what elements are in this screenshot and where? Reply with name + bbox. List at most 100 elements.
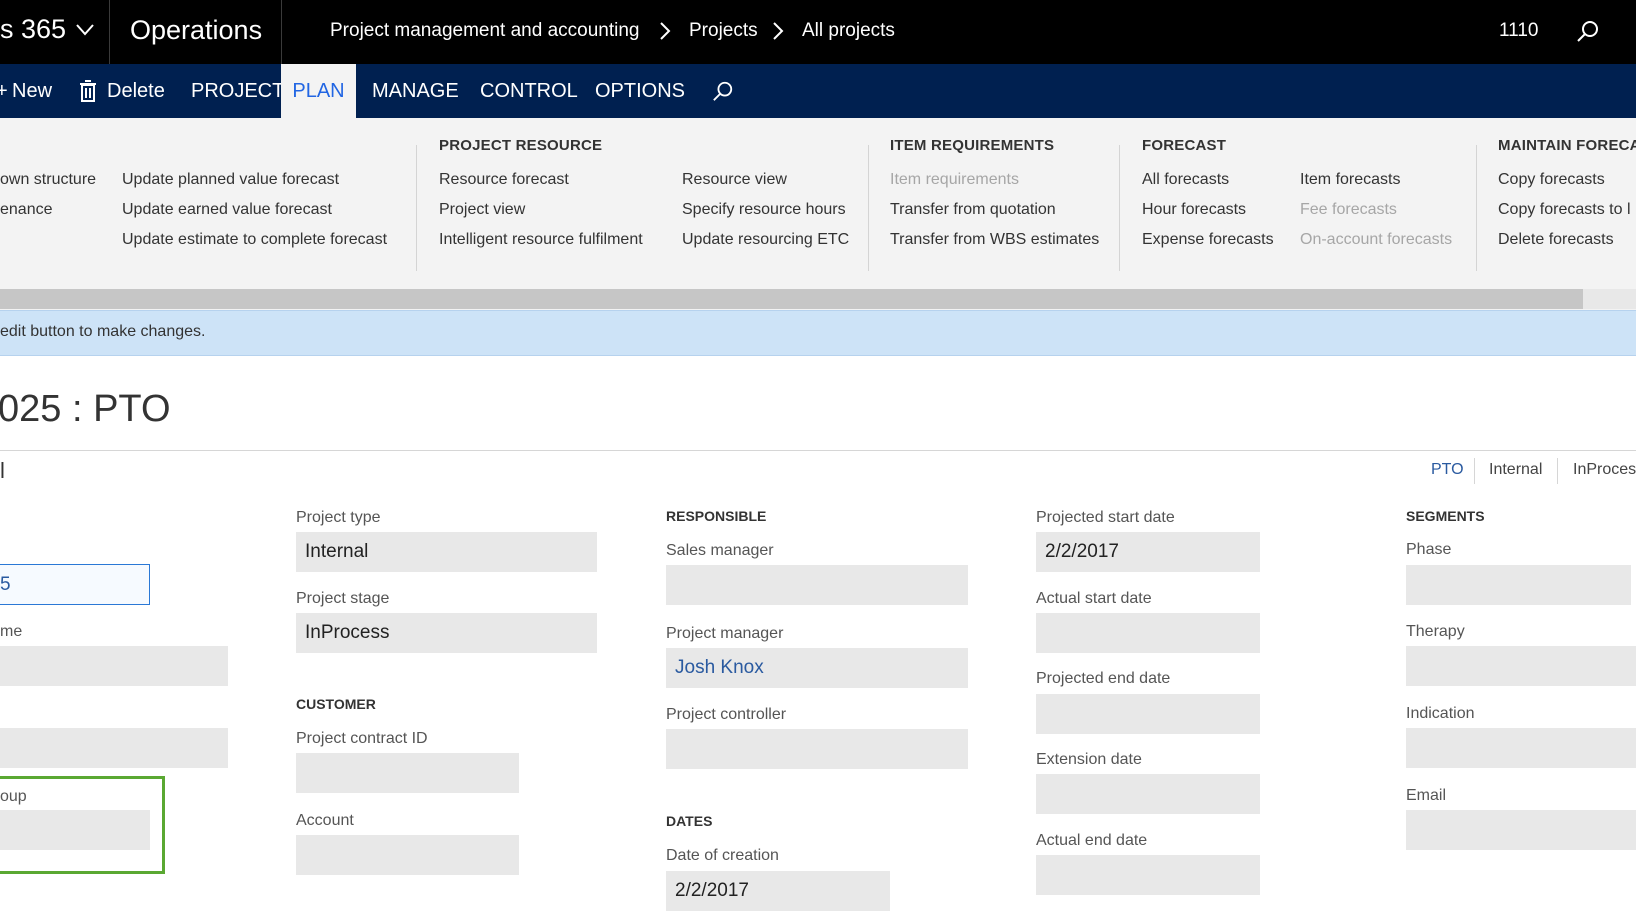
extension-date-label: Extension date: [1036, 751, 1142, 768]
app-name[interactable]: s 365: [0, 14, 66, 45]
ribbon-item-delete-forecasts[interactable]: Delete forecasts: [1498, 231, 1614, 249]
section-header-responsible: RESPONSIBLE: [666, 508, 767, 524]
header-pill-pto: PTO: [1431, 461, 1464, 478]
actual-end-date-label: Actual end date: [1036, 832, 1148, 849]
ribbon-item-resource-forecast[interactable]: Resource forecast: [439, 171, 569, 189]
project-stage-input[interactable]: InProcess: [296, 613, 597, 653]
ribbon-item-on-account-forecasts[interactable]: On-account forecasts: [1300, 231, 1452, 249]
ribbon-item-intelligent-fulfilment[interactable]: Intelligent resource fulfilment: [439, 231, 643, 249]
ribbon-item-update-planned-value[interactable]: Update planned value forecast: [122, 171, 339, 189]
breadcrumb-item-pma[interactable]: Project management and accounting: [330, 20, 639, 42]
ribbon-item-maintenance[interactable]: enance: [0, 201, 53, 219]
ribbon-item-hour-forecasts[interactable]: Hour forecasts: [1142, 201, 1246, 219]
chevron-right-icon: [660, 22, 671, 40]
email-label: Email: [1406, 787, 1447, 804]
ribbon-item-fee-forecasts[interactable]: Fee forecasts: [1300, 201, 1397, 219]
tab-options[interactable]: OPTIONS: [595, 64, 685, 118]
header-pill-internal: Internal: [1489, 461, 1543, 478]
indication-label: Indication: [1406, 705, 1475, 722]
ribbon-item-update-etc-forecast[interactable]: Update estimate to complete forecast: [122, 231, 387, 249]
ribbon-item-update-resourcing-etc[interactable]: Update resourcing ETC: [682, 231, 849, 249]
project-id-input[interactable]: 5: [0, 564, 150, 605]
project-group-label: oup: [0, 788, 27, 805]
sales-manager-input[interactable]: [666, 565, 968, 605]
header-pill-status: InProces: [1573, 461, 1636, 478]
date-of-creation-input[interactable]: 2/2/2017: [666, 871, 890, 911]
project-group-input[interactable]: [0, 810, 150, 850]
tab-project[interactable]: PROJECT: [191, 64, 284, 118]
projected-start-date-label: Projected start date: [1036, 509, 1175, 526]
ribbon-item-update-earned-value[interactable]: Update earned value forecast: [122, 201, 332, 219]
ribbon-item-copy-forecasts[interactable]: Copy forecasts: [1498, 171, 1605, 189]
group-header-item-requirements: ITEM REQUIREMENTS: [890, 137, 1055, 154]
ribbon-item-expense-forecasts[interactable]: Expense forecasts: [1142, 231, 1274, 249]
top-nav-bar: s 365 Operations Project management and …: [0, 0, 1636, 64]
action-bar: + New Delete PROJECT PLAN MANAGE CONTROL…: [0, 64, 1636, 118]
search-icon[interactable]: [712, 80, 734, 102]
phase-input[interactable]: [1406, 565, 1631, 605]
new-button[interactable]: New: [12, 64, 52, 118]
section-header-segments: SEGMENTS: [1406, 508, 1485, 524]
project-name-input[interactable]: [0, 646, 228, 686]
project-name-label: me: [0, 623, 23, 640]
sales-manager-label: Sales manager: [666, 542, 774, 559]
actual-end-date-input[interactable]: [1036, 855, 1260, 895]
projected-end-date-label: Projected end date: [1036, 670, 1171, 687]
section-header-customer: CUSTOMER: [296, 696, 376, 712]
tab-plan[interactable]: PLAN: [281, 64, 356, 118]
project-contract-id-label: Project contract ID: [296, 730, 428, 747]
ribbon-item-resource-view[interactable]: Resource view: [682, 171, 787, 189]
email-input[interactable]: [1406, 810, 1636, 850]
extension-date-input[interactable]: [1036, 774, 1260, 814]
projected-end-date-input[interactable]: [1036, 694, 1260, 734]
ribbon-item-item-forecasts[interactable]: Item forecasts: [1300, 171, 1400, 189]
project-type-label: Project type: [296, 509, 381, 526]
project-controller-input[interactable]: [666, 729, 968, 769]
ribbon-item-all-forecasts[interactable]: All forecasts: [1142, 171, 1229, 189]
project-manager-input[interactable]: Josh Knox: [666, 648, 968, 688]
ribbon-item-copy-forecasts-to[interactable]: Copy forecasts to l: [1498, 201, 1631, 219]
projected-start-date-input[interactable]: 2/2/2017: [1036, 532, 1260, 572]
plus-icon: +: [0, 80, 8, 102]
trash-icon: [80, 80, 96, 102]
ribbon-item-transfer-from-quotation[interactable]: Transfer from quotation: [890, 201, 1056, 219]
page-title: 025 : PTO: [0, 388, 171, 430]
indication-input[interactable]: [1406, 728, 1636, 768]
tab-manage[interactable]: MANAGE: [372, 64, 459, 118]
project-type-input[interactable]: Internal: [296, 532, 597, 572]
ribbon-item-item-requirements[interactable]: Item requirements: [890, 171, 1019, 189]
divider: [0, 450, 1636, 451]
date-of-creation-label: Date of creation: [666, 847, 779, 864]
group-header-maintain-forecasts: MAINTAIN FORECA: [1498, 137, 1636, 154]
therapy-input[interactable]: [1406, 646, 1636, 686]
actual-start-date-label: Actual start date: [1036, 590, 1152, 607]
search-icon[interactable]: [1576, 19, 1600, 43]
divider: [1557, 458, 1558, 484]
actual-start-date-input[interactable]: [1036, 613, 1260, 653]
account-input[interactable]: [296, 835, 519, 875]
chevron-right-icon: [773, 22, 784, 40]
ribbon-item-transfer-from-wbs[interactable]: Transfer from WBS estimates: [890, 231, 1099, 249]
breadcrumb-item-all-projects[interactable]: All projects: [802, 20, 895, 42]
module-name[interactable]: Operations: [130, 15, 262, 46]
chevron-down-icon[interactable]: [76, 24, 94, 36]
project-contract-id-input[interactable]: [296, 753, 519, 793]
breadcrumb-item-projects[interactable]: Projects: [689, 20, 758, 42]
project-manager-label: Project manager: [666, 625, 784, 642]
section-tab-general[interactable]: l: [0, 458, 5, 484]
phase-label: Phase: [1406, 541, 1452, 558]
therapy-label: Therapy: [1406, 623, 1465, 640]
ribbon-scrollbar-thumb[interactable]: [0, 289, 1583, 309]
info-message-bar: edit button to make changes.: [0, 310, 1636, 356]
project-stage-label: Project stage: [296, 590, 390, 607]
ribbon-item-project-view[interactable]: Project view: [439, 201, 525, 219]
delete-button[interactable]: Delete: [107, 64, 165, 118]
company-picker[interactable]: 1110: [1499, 20, 1538, 42]
text-input[interactable]: [0, 728, 228, 768]
project-controller-label: Project controller: [666, 706, 787, 723]
ribbon-item-breakdown-structure[interactable]: own structure: [0, 171, 96, 189]
ribbon-item-specify-resource-hours[interactable]: Specify resource hours: [682, 201, 846, 219]
group-header-forecast: FORECAST: [1142, 137, 1227, 154]
tab-control[interactable]: CONTROL: [480, 64, 578, 118]
info-message: edit button to make changes.: [0, 323, 206, 340]
